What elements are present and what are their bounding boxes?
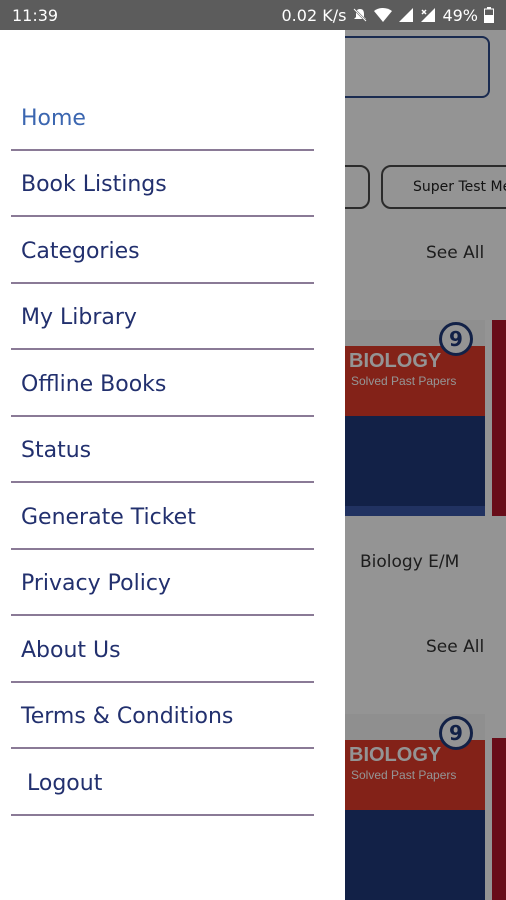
menu-item-label: Categories — [21, 238, 140, 264]
status-right: 0.02 K/s 49% — [281, 5, 494, 25]
menu-item-my-library[interactable]: My Library — [11, 284, 314, 350]
menu-item-logout[interactable]: Logout — [11, 749, 314, 816]
menu-item-label: Terms & Conditions — [21, 704, 234, 730]
signal-icon — [398, 7, 414, 23]
battery-percent: 49% — [442, 5, 478, 25]
menu-item-label: About Us — [21, 637, 121, 663]
menu-item-label: Generate Ticket — [21, 504, 196, 530]
menu-item-label: Book Listings — [21, 172, 167, 198]
status-bar: 11:39 0.02 K/s 49% — [0, 0, 506, 30]
menu-item-label: My Library — [21, 305, 137, 331]
menu-item-label: Status — [21, 438, 92, 464]
status-time: 11:39 — [12, 5, 59, 25]
menu-item-label: Privacy Policy — [21, 571, 171, 597]
menu-item-home[interactable]: Home — [11, 84, 314, 151]
menu-item-about-us[interactable]: About Us — [11, 616, 314, 683]
menu-item-label: Logout — [27, 770, 103, 796]
wifi-icon — [374, 7, 393, 23]
menu-item-label: Home — [21, 105, 86, 131]
network-speed: 0.02 K/s — [281, 5, 347, 25]
mute-icon — [352, 7, 368, 23]
menu-item-book-listings[interactable]: Book Listings — [11, 151, 314, 217]
navigation-drawer: Home Book Listings Categories My Library… — [0, 30, 345, 900]
menu-item-generate-ticket[interactable]: Generate Ticket — [11, 483, 314, 550]
menu-item-label: Offline Books — [21, 371, 167, 397]
signal-x-icon — [420, 7, 436, 23]
menu-item-terms-conditions[interactable]: Terms & Conditions — [11, 683, 314, 749]
menu-item-categories[interactable]: Categories — [11, 217, 314, 284]
menu-item-offline-books[interactable]: Offline Books — [11, 350, 314, 417]
battery-icon — [484, 7, 494, 23]
drawer-menu: Home Book Listings Categories My Library… — [11, 84, 314, 816]
menu-item-privacy-policy[interactable]: Privacy Policy — [11, 550, 314, 616]
menu-item-status[interactable]: Status — [11, 417, 314, 483]
